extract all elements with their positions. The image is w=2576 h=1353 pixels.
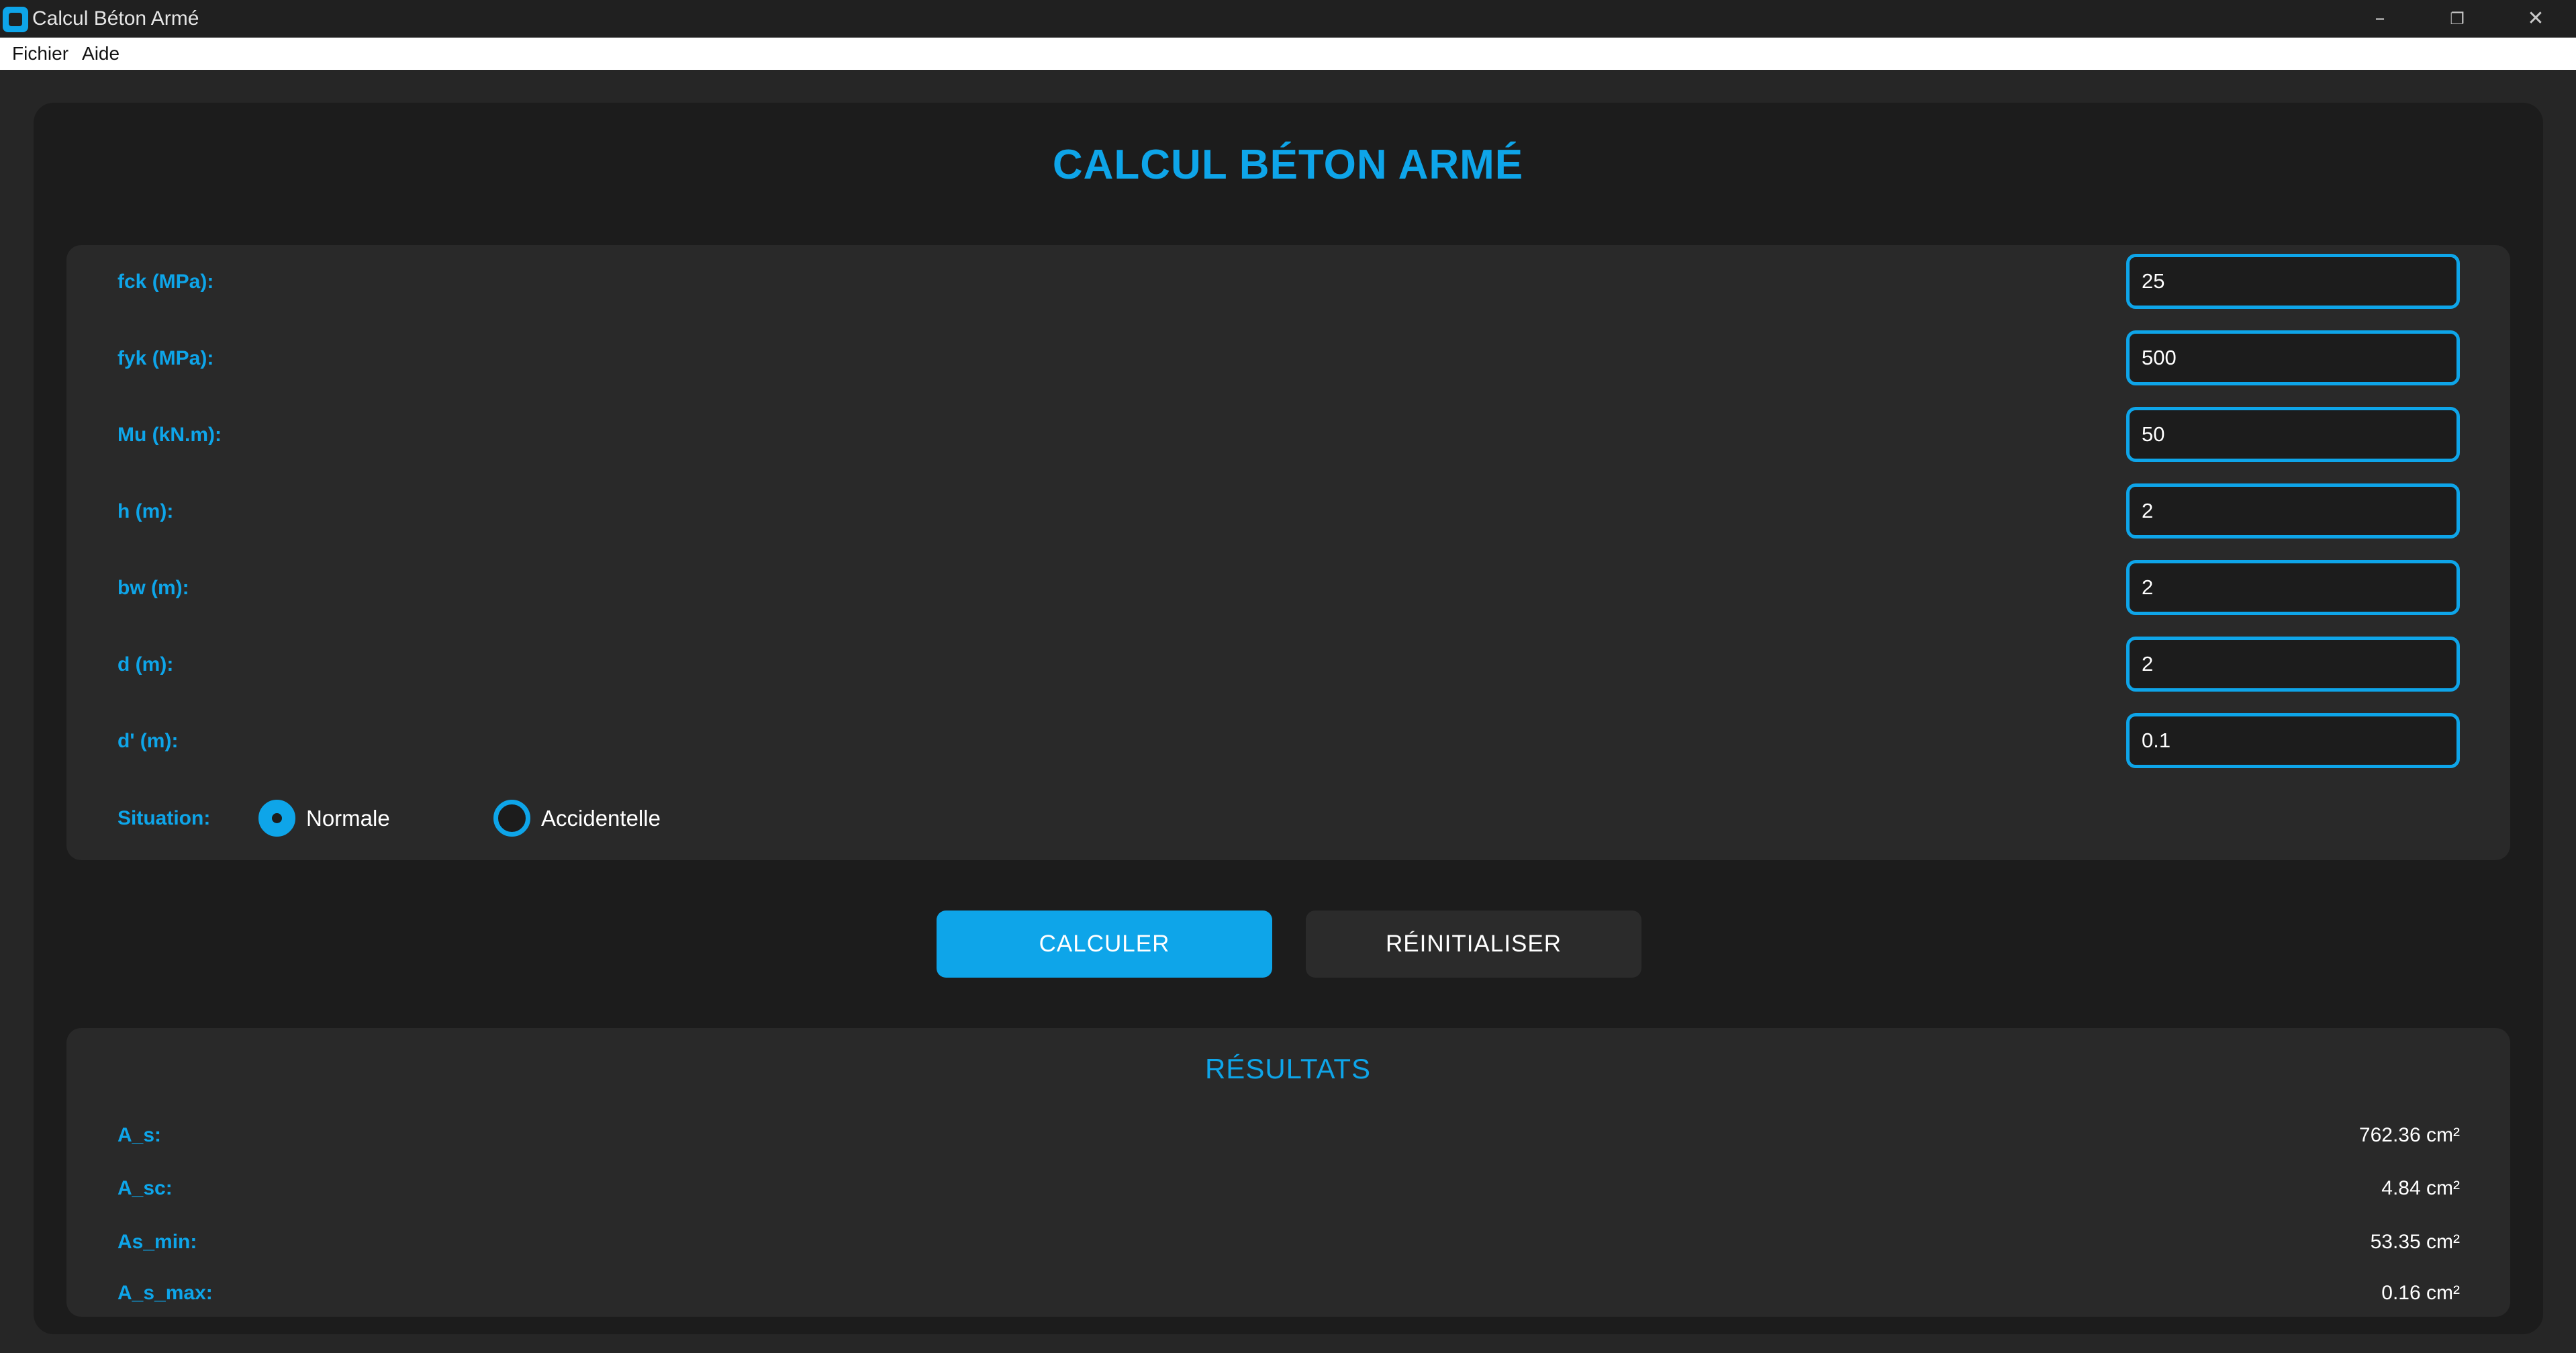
result-as-label: A_s: (117, 1124, 162, 1146)
radio-accidentelle-label[interactable]: Accidentelle (541, 805, 661, 832)
result-asmax-label: A_s_max: (117, 1282, 213, 1304)
bw-label: bw (m): (117, 577, 189, 599)
maximize-button[interactable]: ❐ (2420, 0, 2494, 38)
menu-fichier[interactable]: Fichier (12, 38, 82, 70)
mu-input[interactable] (2126, 407, 2460, 462)
result-asc-label: A_sc: (117, 1177, 173, 1199)
close-button[interactable]: ✕ (2499, 0, 2573, 38)
d-prime-label: d' (m): (117, 730, 179, 752)
d-input[interactable] (2126, 637, 2460, 692)
fck-input[interactable] (2126, 254, 2460, 309)
window-title: Calcul Béton Armé (32, 7, 199, 30)
d-label: d (m): (117, 653, 174, 675)
h-label: h (m): (117, 500, 174, 522)
result-asc-value: 4.84 cm² (2381, 1177, 2460, 1199)
minimize-button[interactable]: – (2343, 0, 2417, 38)
bw-input[interactable] (2126, 560, 2460, 615)
page-title: CALCUL BÉTON ARMÉ (1052, 142, 1524, 188)
menu-bar: Fichier Aide (0, 38, 2576, 70)
fck-label: fck (MPa): (117, 271, 214, 293)
mu-label: Mu (kN.m): (117, 424, 222, 446)
h-input[interactable] (2126, 483, 2460, 539)
result-asmax-value: 0.16 cm² (2381, 1282, 2460, 1304)
fyk-label: fyk (MPa): (117, 347, 214, 369)
menu-aide[interactable]: Aide (82, 38, 133, 70)
results-title: RÉSULTATS (1204, 1053, 1372, 1084)
result-asmin-label: As_min: (117, 1231, 197, 1253)
calculate-button[interactable]: CALCULER (937, 911, 1272, 978)
situation-label: Situation: (117, 807, 211, 829)
reset-button[interactable]: RÉINITIALISER (1306, 911, 1641, 978)
radio-accidentelle[interactable] (493, 800, 530, 837)
d-prime-input[interactable] (2126, 713, 2460, 768)
title-bar: Calcul Béton Armé – ❐ ✕ (0, 0, 2576, 38)
radio-normale[interactable] (258, 800, 295, 837)
result-asmin-value: 53.35 cm² (2370, 1231, 2460, 1253)
radio-normale-label[interactable]: Normale (306, 805, 390, 832)
fyk-input[interactable] (2126, 330, 2460, 385)
result-as-value: 762.36 cm² (2358, 1124, 2460, 1146)
app-icon (3, 7, 28, 32)
